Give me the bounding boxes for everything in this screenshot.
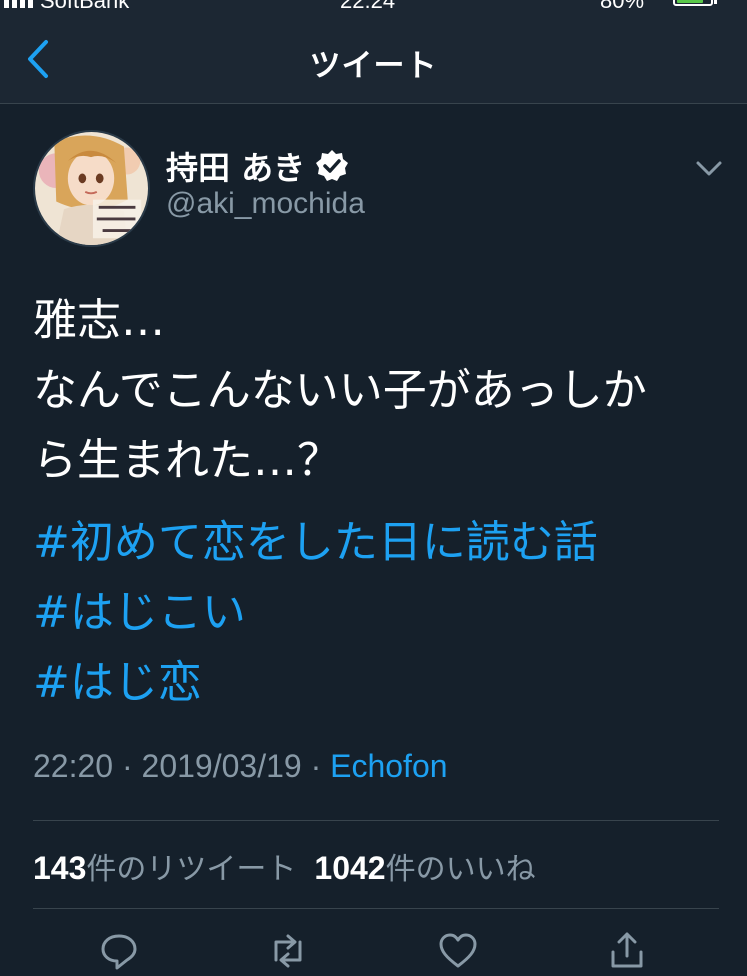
hashtag-link[interactable]: #はじ恋 [33, 648, 723, 718]
tweet-line: なんでこんないい子があっしか [33, 365, 647, 416]
tweet-time: 22:20 [33, 748, 114, 784]
display-name: 持田 あき [166, 149, 306, 187]
meta-separator: · [121, 748, 133, 784]
battery-percent: 80% [600, 0, 645, 13]
retweet-button[interactable] [268, 930, 308, 972]
share-icon [611, 932, 643, 968]
meta-separator: · [310, 748, 322, 784]
tweet-meta: 22:20 · 2019/03/19 · Echofon [33, 748, 448, 785]
like-label: 件のいいね [385, 852, 536, 887]
hashtag-link[interactable]: #初めて恋をした日に読む話 [33, 508, 723, 578]
hashtag-link[interactable]: #はじこい [33, 578, 723, 648]
carrier-label: SoftBank [40, 0, 130, 13]
verified-badge-icon [316, 150, 349, 181]
battery-icon [673, 0, 713, 6]
tweet-line: 雅志… [33, 295, 165, 346]
navigation-bar: ツイート [0, 14, 747, 104]
tweet-date: 2019/03/19 [141, 748, 302, 784]
retweet-count: 143 [33, 850, 87, 886]
tweet-line: ら生まれた…？ [33, 435, 341, 486]
tweet-text: 雅志… なんでこんないい子があっしか ら生まれた…？ [33, 286, 723, 496]
hashtag-list: #初めて恋をした日に読む話 #はじこい #はじ恋 [33, 508, 723, 718]
divider [33, 908, 719, 909]
reply-icon [101, 934, 137, 970]
battery-tip [714, 0, 717, 4]
source-app-link[interactable]: Echofon [330, 748, 447, 784]
chevron-down-icon [696, 161, 722, 176]
avatar[interactable] [33, 130, 150, 247]
engagement-stats: 143件のリツイート 1042件のいいね [33, 844, 536, 888]
reply-button[interactable] [99, 930, 139, 972]
author-name-row[interactable]: 持田 あき [166, 143, 349, 189]
like-button[interactable] [438, 930, 478, 972]
page-title: ツイート [309, 48, 438, 84]
retweet-label: 件のリツイート [86, 852, 297, 887]
author-handle[interactable]: @aki_mochida [166, 187, 365, 221]
retweet-icon [274, 934, 302, 968]
signal-icon [4, 0, 33, 8]
tweet-menu-button[interactable] [694, 158, 724, 180]
avatar-image [35, 132, 148, 245]
likes-stat[interactable]: 1042件のいいね [314, 850, 536, 887]
like-icon [439, 933, 477, 968]
like-count: 1042 [314, 850, 386, 886]
status-time: 22:24 [340, 0, 396, 13]
divider [33, 820, 719, 821]
retweets-stat[interactable]: 143件のリツイート [33, 850, 297, 887]
share-button[interactable] [607, 930, 647, 972]
status-bar: SoftBank 22:24 80% [0, 0, 747, 14]
